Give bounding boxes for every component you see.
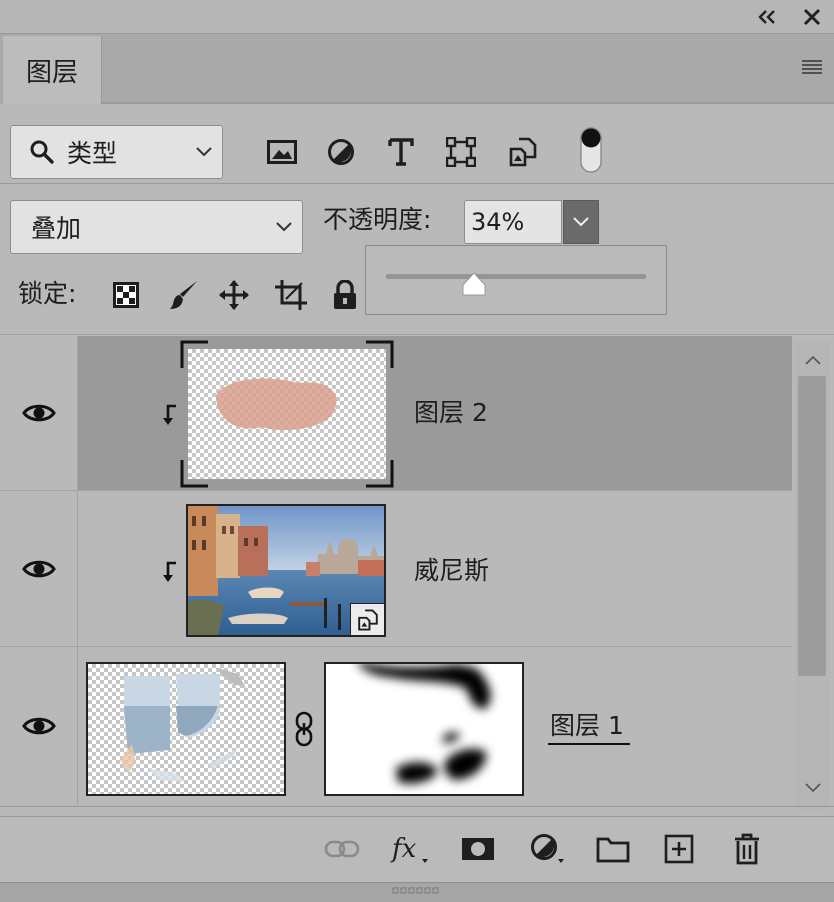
opacity-slider-toggle[interactable] [563,200,599,244]
tab-divider [102,102,834,104]
layer-effects-fx-icon[interactable]: fx [388,828,432,870]
divider [0,334,834,335]
visibility-toggle[interactable] [0,336,78,490]
visibility-toggle[interactable] [0,647,78,805]
opacity-slider-thumb[interactable] [460,270,488,298]
lock-image-pixels-icon[interactable] [164,275,204,315]
divider [0,806,834,807]
tab-layers[interactable]: 图层 [3,36,102,104]
divider [0,183,834,184]
search-icon [29,139,55,165]
shape-filter-icon[interactable] [441,132,481,172]
new-group-folder-icon[interactable] [591,828,635,870]
add-mask-icon[interactable] [456,828,500,870]
visibility-toggle[interactable] [0,491,78,646]
layer-name[interactable]: 威尼斯 [414,553,489,589]
layer-row[interactable]: 威尼斯 [0,491,792,646]
layer-thumbnail-frame[interactable] [180,340,394,488]
scroll-down-icon[interactable] [800,778,826,798]
image-filter-icon[interactable] [262,132,302,172]
layer-thumbnail[interactable] [186,504,386,637]
layer-row[interactable]: 图层 1 [0,647,792,805]
layer-thumbnail [188,349,386,479]
new-layer-icon[interactable] [657,828,701,870]
chevron-down-icon [196,147,212,157]
collapse-panel-icon[interactable] [752,4,782,30]
eye-icon [21,404,56,422]
scroll-up-icon[interactable] [800,350,826,370]
scrollbar-thumb[interactable] [798,376,826,676]
smart-object-badge-icon [350,603,384,635]
chevron-down-icon [573,217,589,227]
filter-toggle-switch[interactable] [578,126,604,174]
filter-type-value: 类型 [67,139,118,168]
lock-position-icon[interactable] [214,275,254,315]
link-layers-icon[interactable] [320,828,364,870]
chevron-down-icon [276,222,292,232]
type-filter-icon[interactable] [381,132,421,172]
filter-type-dropdown[interactable]: 类型 [10,125,223,179]
eye-icon [21,560,56,577]
opacity-label: 不透明度: [323,205,432,234]
clipping-mask-arrow-icon [160,561,180,583]
lock-transparent-pixels-icon[interactable] [106,275,146,315]
layer-name[interactable]: 图层 1 [548,709,630,745]
panel-header [0,0,834,34]
eye-icon [21,717,56,735]
opacity-slider-track[interactable] [386,274,646,279]
blend-mode-dropdown[interactable]: 叠加 [10,200,303,254]
chain-link-icon[interactable] [292,711,316,747]
opacity-input[interactable]: 34% [464,200,562,244]
layer-row[interactable]: 图层 2 [0,336,792,490]
lock-artboard-icon[interactable] [271,275,311,315]
smart-object-filter-icon[interactable] [503,132,543,172]
lock-label: 锁定: [18,279,77,308]
clipping-mask-arrow-icon [160,404,180,426]
blend-mode-value: 叠加 [31,214,82,243]
tab-layers-label: 图层 [25,57,78,88]
adjustment-layer-icon[interactable] [524,828,568,870]
opacity-slider-popup [365,245,667,315]
layer-mask-thumbnail[interactable] [324,662,524,796]
layer-name[interactable]: 图层 2 [414,395,488,431]
resize-grip-icon[interactable] [392,887,442,895]
panel-menu-icon[interactable] [796,52,828,82]
close-icon[interactable] [796,4,828,30]
adjustment-filter-icon[interactable] [321,132,361,172]
svg-text:fx: fx [390,834,417,864]
lock-all-icon[interactable] [325,275,365,315]
layer-thumbnail[interactable] [86,662,286,796]
delete-trash-icon[interactable] [725,828,769,870]
tab-bar [0,34,834,104]
